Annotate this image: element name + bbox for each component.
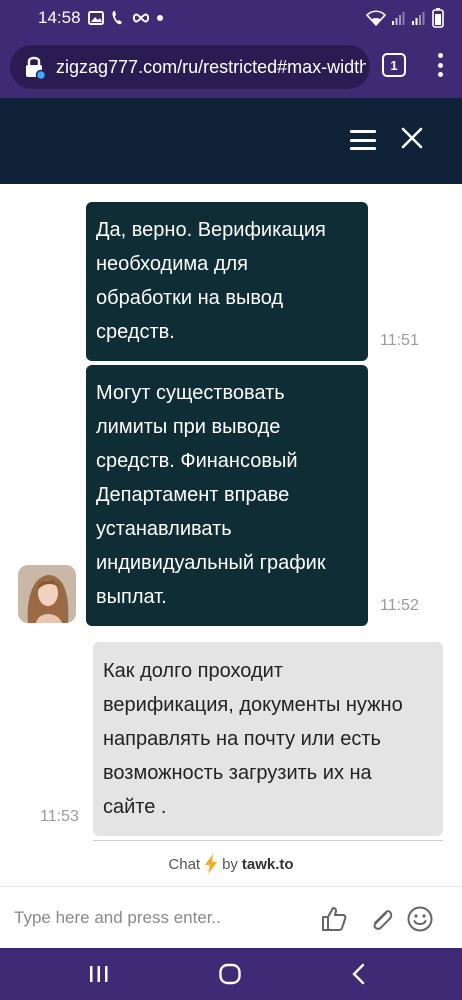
address-bar[interactable]: zigzag777.com/ru/restricted#max-width <box>10 45 370 89</box>
message-input[interactable] <box>14 901 304 935</box>
message-line: верификация, документы нужно <box>103 694 403 716</box>
message-line: Могут существовать <box>96 382 285 404</box>
message-line: необходима для <box>96 253 248 275</box>
branding-by: by <box>222 855 238 873</box>
recent-apps-icon[interactable] <box>88 960 110 988</box>
signal-icon <box>392 11 406 25</box>
home-icon[interactable] <box>216 960 244 988</box>
message-line: лимиты при выводе <box>96 416 281 438</box>
message-line: средств. Финансовый <box>96 450 298 472</box>
url-text[interactable]: zigzag777.com/ru/restricted#max-width <box>56 57 366 78</box>
tab-switcher-button[interactable]: 1 <box>382 53 406 77</box>
message-line: Как долго проходит <box>103 660 283 682</box>
battery-icon <box>432 8 444 28</box>
menu-dot <box>437 72 443 77</box>
branding-name: tawk.to <box>241 855 294 873</box>
agent-message: Да, верно. Верификация необходима для об… <box>86 202 368 361</box>
message-time: 11:51 <box>380 332 419 349</box>
wifi-icon <box>366 10 386 26</box>
message-line: направлять на почту или есть <box>103 728 381 750</box>
signal-icon <box>412 11 426 25</box>
menu-icon[interactable] <box>350 130 376 150</box>
message-line: Департамент вправе <box>96 484 290 506</box>
status-bar-right <box>366 8 444 28</box>
paperclip-icon[interactable] <box>366 905 394 933</box>
back-icon[interactable] <box>348 960 370 988</box>
agent-avatar <box>18 565 76 623</box>
message-line: средств. <box>96 321 175 343</box>
message-line: устанавливать <box>96 518 232 540</box>
image-icon <box>87 11 104 25</box>
emoji-icon[interactable] <box>406 905 434 933</box>
composer <box>0 886 462 948</box>
message-line: индивидуальный график <box>96 552 326 574</box>
infinity-icon <box>132 13 150 23</box>
branding-chat: Chat <box>168 855 201 873</box>
menu-line <box>350 147 376 150</box>
browser-toolbar: zigzag777.com/ru/restricted#max-width 1 <box>0 36 462 98</box>
system-nav-bar <box>0 948 462 1000</box>
chat-header <box>0 98 462 184</box>
status-time: 14:58 <box>38 8 81 27</box>
message-time: 11:53 <box>40 808 79 825</box>
dot-icon <box>156 15 163 21</box>
message-line: обработки на вывод <box>96 287 284 309</box>
tawk-branding[interactable]: Chat by tawk.to <box>0 846 462 882</box>
status-bar-left: 14:58 <box>38 8 163 28</box>
call-icon <box>111 10 125 26</box>
message-line: сайте . <box>103 796 167 818</box>
menu-dot <box>437 62 443 68</box>
user-message: Как долго проходит верификация, документ… <box>93 642 443 836</box>
close-icon[interactable] <box>398 124 426 152</box>
message-time: 11:52 <box>380 597 419 614</box>
message-line: выплат. <box>96 586 167 608</box>
message-line: возможность загрузить их на <box>103 762 372 784</box>
agent-message: Могут существовать лимиты при выводе сре… <box>86 365 368 626</box>
thumbs-up-icon[interactable] <box>320 905 348 933</box>
divider <box>93 840 443 841</box>
lightning-icon <box>204 854 218 874</box>
lock-icon <box>24 55 46 79</box>
browser-menu-button[interactable] <box>432 50 448 80</box>
menu-line <box>350 138 376 142</box>
menu-dot <box>437 53 443 58</box>
status-bar: 14:58 <box>0 0 462 36</box>
message-line: Да, верно. Верификация <box>96 219 326 241</box>
menu-line <box>350 130 376 133</box>
